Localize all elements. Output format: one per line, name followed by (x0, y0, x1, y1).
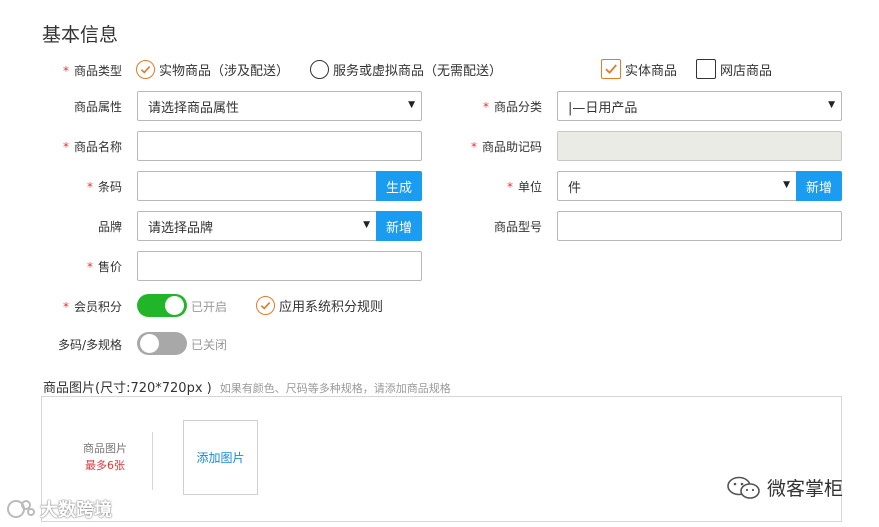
checkbox-empty-icon (696, 59, 716, 79)
images-title: 商品图片(尺寸:720*720px ) 如果有颜色、尺码等多种规格，请添加商品规格 (43, 381, 451, 396)
check-icon (136, 60, 155, 79)
radio-physical-goods[interactable]: 实物商品（涉及配送） (136, 60, 289, 79)
images-info: 商品图片 最多6张 (58, 440, 152, 474)
caret-down-icon: ▼ (408, 100, 415, 110)
check-icon (256, 296, 275, 315)
category-label: * 商品分类 (482, 100, 542, 114)
caret-down-icon: ▼ (783, 180, 790, 190)
model-input[interactable] (557, 211, 842, 241)
points-toggle-status: 已开启 (191, 300, 228, 314)
checkmark-icon (601, 59, 621, 79)
mnemonic-label: * 商品助记码 (470, 140, 542, 154)
caret-down-icon: ▼ (828, 100, 835, 110)
price-input[interactable] (137, 251, 422, 281)
images-panel (41, 396, 842, 522)
model-label: 商品型号 (493, 220, 542, 234)
points-toggle[interactable] (137, 294, 187, 317)
attribute-select[interactable]: 请选择商品属性 ▼ (137, 91, 422, 121)
brand-select[interactable]: 请选择品牌 ▼ (137, 211, 377, 241)
radio-circle-icon (310, 60, 329, 79)
points-label: * 会员积分 (62, 300, 122, 314)
radio-virtual-goods[interactable]: 服务或虚拟商品（无需配送） (310, 60, 502, 79)
multi-spec-toggle[interactable] (137, 332, 187, 355)
caret-down-icon: ▼ (363, 220, 370, 230)
toggle-knob (165, 296, 184, 315)
barcode-input[interactable] (137, 171, 377, 201)
wechat-icon (727, 476, 760, 499)
multi-spec-toggle-status: 已关闭 (191, 338, 228, 352)
brand-logo-icon (7, 500, 35, 518)
images-max-count: 最多6张 (85, 459, 125, 472)
barcode-label: * 条码 (86, 180, 122, 194)
watermark-left: 大数跨境 (6, 496, 112, 522)
checkbox-entity-goods[interactable]: 实体商品 (601, 59, 677, 79)
price-label: * 售价 (86, 260, 122, 274)
watermark-right: 微客掌柜 (725, 474, 843, 501)
unit-select[interactable]: 件 ▼ (557, 171, 797, 201)
generate-barcode-button[interactable]: 生成 (376, 171, 422, 201)
name-label: * 商品名称 (62, 140, 122, 154)
add-unit-button[interactable]: 新增 (796, 171, 842, 201)
toggle-knob (140, 334, 159, 353)
apply-points-rule-checkbox[interactable]: 应用系统积分规则 (256, 296, 383, 315)
divider (152, 432, 153, 490)
mnemonic-input (557, 131, 842, 161)
attribute-label: 商品属性 (73, 100, 122, 114)
name-input[interactable] (137, 131, 422, 161)
category-select[interactable]: |—日用产品 ▼ (557, 91, 842, 121)
add-image-button[interactable]: 添加图片 (183, 420, 258, 495)
checkbox-online-goods[interactable]: 网店商品 (696, 59, 772, 79)
brand-label: 品牌 (97, 220, 122, 234)
unit-label: * 单位 (506, 180, 542, 194)
add-brand-button[interactable]: 新增 (376, 211, 422, 241)
goods-type-label: * 商品类型 (62, 64, 122, 78)
section-title: 基本信息 (42, 24, 119, 46)
multi-spec-label: 多码/多规格 (57, 338, 122, 352)
images-hint: 如果有颜色、尺码等多种规格，请添加商品规格 (219, 382, 451, 395)
